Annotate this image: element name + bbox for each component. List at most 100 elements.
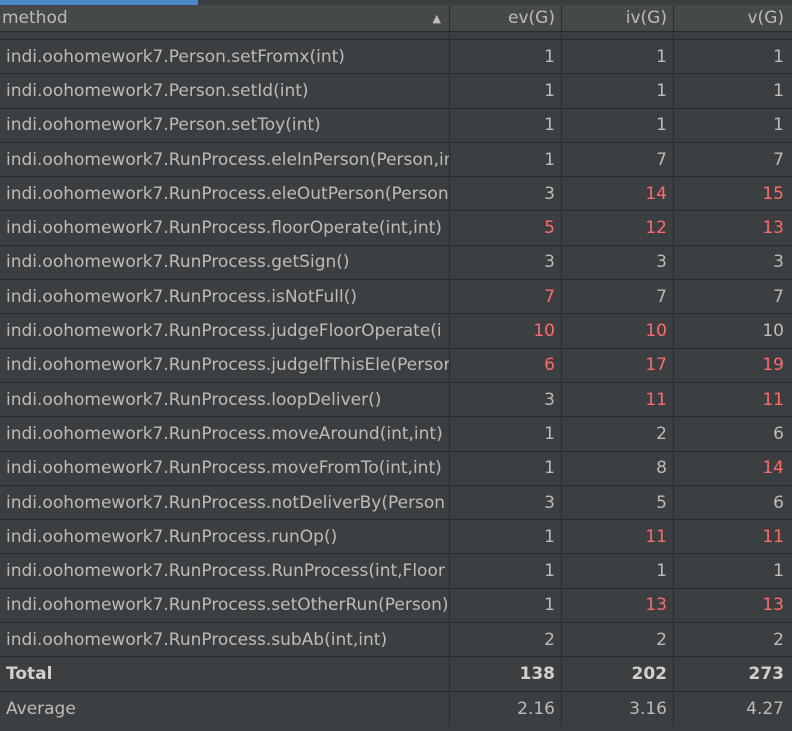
column-header-method[interactable]: method ▲ [0,5,450,31]
iv-cell: 11 [562,382,674,417]
method-cell: indi.oohomework7.RunProcess.runOp() [0,520,450,554]
iv-cell: 14 [562,177,674,211]
ev-cell: 1 [450,108,562,142]
table-row[interactable]: indi.oohomework7.RunProcess.moveAround(i… [0,417,792,452]
iv-cell: 2 [562,417,674,451]
method-cell: indi.oohomework7.RunProcess.eleInPerson(… [0,142,450,177]
partial-cell [674,32,792,39]
table-row[interactable]: indi.oohomework7.RunProcess.loopDeliver(… [0,382,792,418]
v-cell: 10 [762,321,784,342]
ev-cell: 1 [450,142,562,177]
v-cell: 7 [773,149,784,170]
ev-cell: 1 [450,554,562,588]
sort-ascending-icon[interactable]: ▲ [433,12,441,25]
method-cell: indi.oohomework7.RunProcess.notDeliverBy… [0,485,450,520]
method-cell: indi.oohomework7.RunProcess.getSign() [0,245,450,280]
table-row[interactable]: indi.oohomework7.Person.setFromx(int) 1 1 1 [0,40,792,75]
average-ev: 2.16 [450,691,562,726]
table-row[interactable]: indi.oohomework7.Person.setToy(int) 1 1 1 [0,108,792,143]
iv-cell: 11 [562,520,674,554]
method-cell: indi.oohomework7.RunProcess.subAb(int,in… [0,623,450,657]
column-header-method-label: method [2,8,68,28]
v-cell: 13 [762,595,784,616]
v-cell: 2 [773,629,784,650]
method-cell: indi.oohomework7.RunProcess.judgeIfThisE… [0,348,450,382]
v-cell: 3 [773,252,784,273]
ev-cell: 3 [450,177,562,211]
table-row[interactable]: indi.oohomework7.RunProcess.subAb(int,in… [0,623,792,658]
method-cell: indi.oohomework7.RunProcess.RunProcess(i… [0,554,450,588]
iv-cell: 10 [562,314,674,348]
v-cell: 6 [773,492,784,513]
total-v: 273 [748,663,785,684]
average-row[interactable]: Average 2.16 3.16 4.27 [0,691,792,726]
table-body: indi.oohomework7.Person.setFromx(int) 1 1 1… [0,40,792,658]
table-row[interactable]: indi.oohomework7.RunProcess.moveFromTo(i… [0,451,792,486]
ev-cell: 10 [450,314,562,348]
ev-cell: 1 [450,451,562,485]
table-row[interactable]: indi.oohomework7.RunProcess.eleInPerson(… [0,142,792,178]
table-row[interactable]: indi.oohomework7.RunProcess.RunProcess(i… [0,554,792,589]
ev-cell: 6 [450,348,562,382]
iv-cell: 3 [562,245,674,280]
iv-cell: 1 [562,108,674,142]
iv-cell: 5 [562,485,674,520]
method-cell: indi.oohomework7.RunProcess.eleOutPerson… [0,177,450,211]
iv-cell: 13 [562,588,674,623]
ev-cell: 7 [450,280,562,314]
v-cell: 6 [773,423,784,444]
ev-cell: 1 [450,40,562,74]
iv-cell: 8 [562,451,674,485]
v-cell: 1 [773,115,784,136]
table-row[interactable]: indi.oohomework7.RunProcess.isNotFull() 7… [0,280,792,315]
v-cell: 1 [773,80,784,101]
method-cell: indi.oohomework7.RunProcess.loopDeliver(… [0,382,450,417]
method-cell: indi.oohomework7.Person.setId(int) [0,74,450,108]
partial-cell [450,32,562,39]
table-row[interactable]: indi.oohomework7.RunProcess.getSign() 3 3 3 [0,245,792,281]
ev-cell: 3 [450,382,562,417]
total-iv: 202 [562,657,674,691]
column-header-iv-label: iv(G) [625,8,667,28]
v-cell: 15 [762,183,784,204]
method-cell: indi.oohomework7.RunProcess.setOtherRun(… [0,588,450,623]
table-row[interactable]: indi.oohomework7.RunProcess.judgeFloorOp… [0,314,792,349]
table-row[interactable]: indi.oohomework7.RunProcess.notDeliverBy… [0,485,792,521]
iv-cell: 7 [562,142,674,177]
iv-cell: 1 [562,74,674,108]
method-cell: indi.oohomework7.Person.setToy(int) [0,108,450,142]
v-cell: 13 [762,218,784,239]
method-cell: indi.oohomework7.RunProcess.moveFromTo(i… [0,451,450,485]
method-cell: indi.oohomework7.RunProcess.floorOperate… [0,211,450,245]
average-label: Average [0,691,450,726]
table-row[interactable]: indi.oohomework7.RunProcess.floorOperate… [0,211,792,246]
table-header: method ▲ ev(G) iv(G) v(G) [0,5,792,32]
table-row[interactable]: indi.oohomework7.RunProcess.judgeIfThisE… [0,348,792,383]
v-cell: 1 [773,46,784,67]
ev-cell: 2 [450,623,562,657]
partial-cell [562,32,674,39]
ev-cell: 1 [450,588,562,623]
column-header-ev[interactable]: ev(G) [450,5,562,31]
iv-cell: 1 [562,554,674,588]
iv-cell: 17 [562,348,674,382]
table-row[interactable]: indi.oohomework7.Person.setId(int) 1 1 1 [0,74,792,109]
method-cell: indi.oohomework7.RunProcess.moveAround(i… [0,417,450,451]
method-cell: indi.oohomework7.RunProcess.isNotFull() [0,280,450,314]
v-cell: 19 [762,355,784,376]
v-cell: 7 [773,286,784,307]
ev-cell: 1 [450,520,562,554]
method-cell: indi.oohomework7.Person.setFromx(int) [0,40,450,74]
total-row[interactable]: Total 138 202 273 [0,657,792,692]
total-label: Total [0,657,450,691]
iv-cell: 12 [562,211,674,245]
ev-cell: 1 [450,74,562,108]
column-header-v[interactable]: v(G) [674,5,792,31]
ev-cell: 3 [450,485,562,520]
table-row[interactable]: indi.oohomework7.RunProcess.runOp() 1 11 11 [0,520,792,555]
column-header-iv[interactable]: iv(G) [562,5,674,31]
average-v: 4.27 [746,698,784,719]
table-row[interactable]: indi.oohomework7.RunProcess.setOtherRun(… [0,588,792,624]
ev-cell: 5 [450,211,562,245]
table-row[interactable]: indi.oohomework7.RunProcess.eleOutPerson… [0,177,792,212]
